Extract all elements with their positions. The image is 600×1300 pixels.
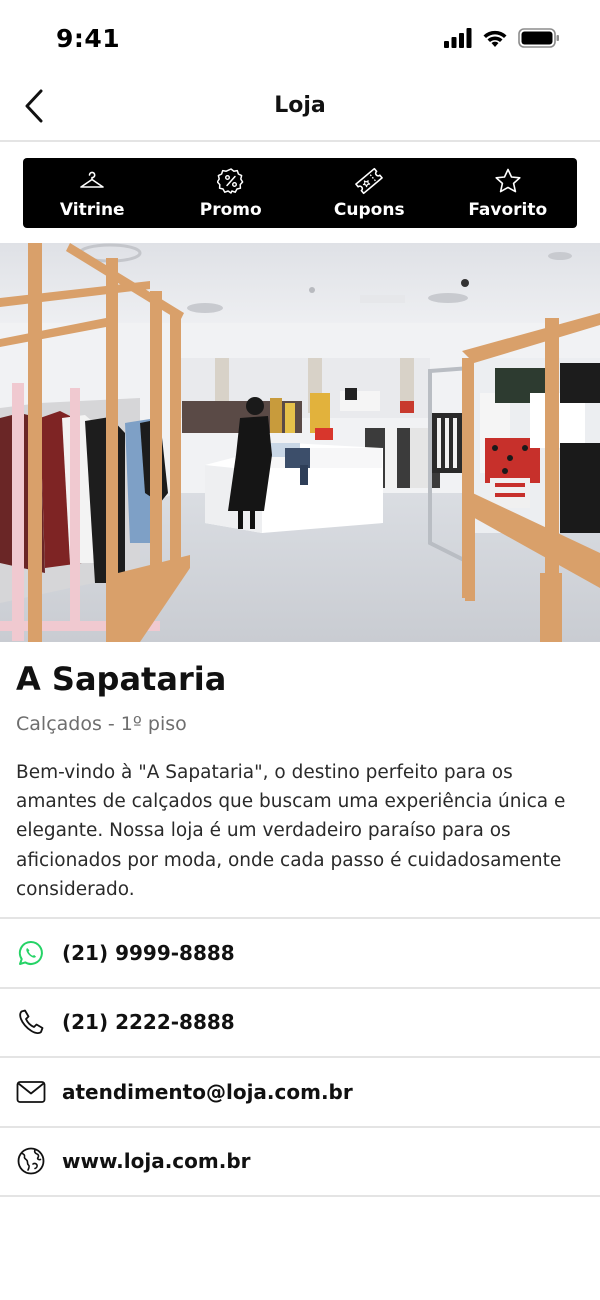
email-contact-row[interactable]: atendimento@loja.com.br (0, 1058, 600, 1128)
globe-icon (16, 1146, 46, 1176)
wifi-icon (482, 28, 508, 52)
cupons-button[interactable]: Cupons (300, 158, 439, 228)
status-icons (444, 28, 560, 52)
cellular-signal-icon (444, 28, 472, 52)
store-name: A Sapataria (16, 660, 227, 698)
store-actions-bar: Vitrine Promo Cupons Favorito (23, 158, 577, 228)
mail-icon (16, 1077, 46, 1107)
favorito-label: Favorito (468, 200, 548, 220)
favorito-button[interactable]: Favorito (439, 158, 578, 228)
whatsapp-icon (16, 938, 46, 968)
website-url: www.loja.com.br (62, 1149, 251, 1174)
cupons-label: Cupons (333, 200, 405, 220)
discount-badge-icon (216, 167, 245, 195)
contact-list: (21) 9999-8888 (21) 2222-8888 atendiment… (0, 917, 600, 1197)
email-address: atendimento@loja.com.br (62, 1079, 353, 1104)
battery-icon (518, 28, 560, 52)
ticket-icon (354, 167, 384, 195)
promo-button[interactable]: Promo (162, 158, 301, 228)
star-icon (494, 167, 522, 195)
website-contact-row[interactable]: www.loja.com.br (0, 1128, 600, 1197)
phone-contact-row[interactable]: (21) 2222-8888 (0, 989, 600, 1058)
store-category-floor: Calçados - 1º piso (16, 713, 187, 735)
phone-icon (16, 1007, 46, 1037)
store-photo (0, 243, 600, 642)
page-title: Loja (274, 93, 326, 118)
vitrine-button[interactable]: Vitrine (23, 158, 162, 228)
status-bar: 9:41 (0, 0, 600, 80)
phone-number: (21) 2222-8888 (62, 1010, 235, 1035)
navigation-bar: Loja (0, 80, 600, 142)
status-time: 9:41 (56, 24, 121, 53)
whatsapp-contact-row[interactable]: (21) 9999-8888 (0, 919, 600, 989)
promo-label: Promo (199, 200, 262, 220)
hanger-icon (79, 167, 105, 195)
store-description: Bem-vindo à "A Sapataria", o destino per… (16, 762, 566, 900)
whatsapp-number: (21) 9999-8888 (62, 940, 235, 965)
vitrine-label: Vitrine (59, 200, 125, 220)
